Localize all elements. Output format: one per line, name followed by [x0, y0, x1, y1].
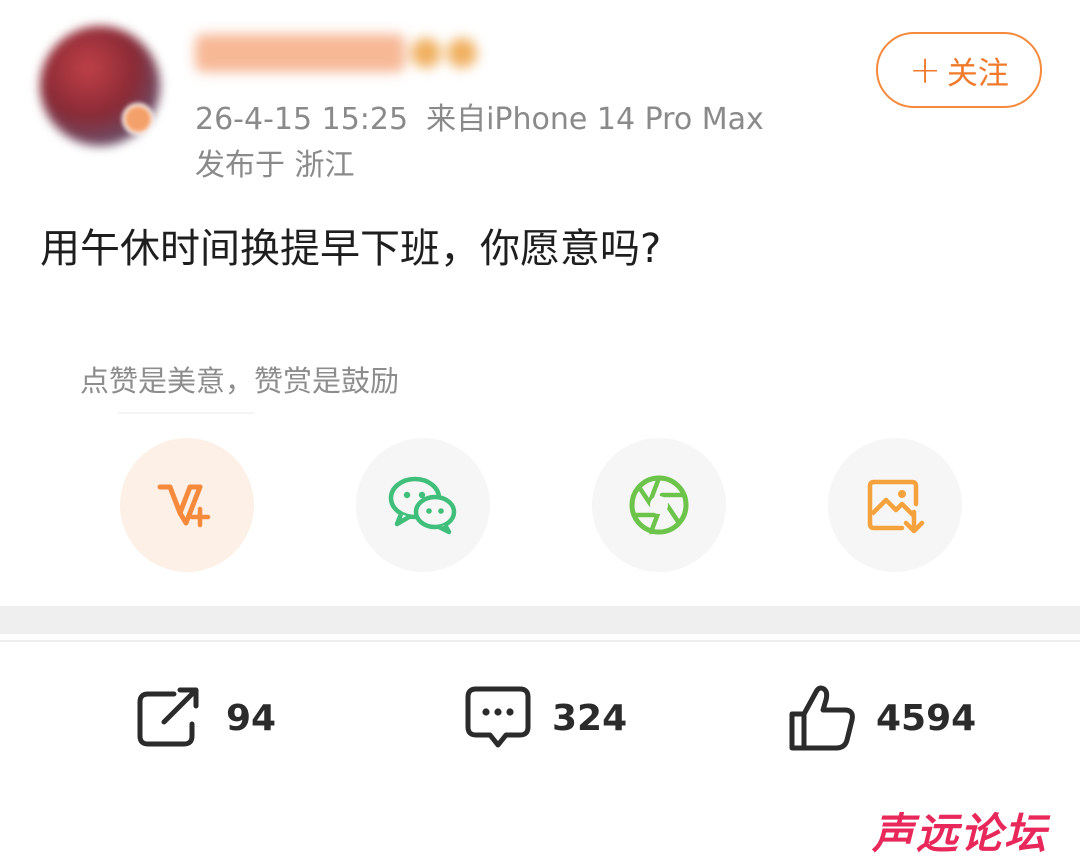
wechat-icon — [388, 476, 457, 535]
follow-button[interactable]: + 关注 — [876, 32, 1042, 108]
v-plus-reward-icon — [157, 484, 211, 528]
divider — [118, 412, 254, 414]
watermark-logo: 声远论坛 — [872, 809, 1049, 858]
save-image-icon — [867, 479, 925, 534]
comment-icon — [465, 686, 531, 748]
plus-icon: + — [909, 48, 941, 92]
save-image-button[interactable] — [828, 438, 962, 572]
share-moments-button[interactable] — [592, 438, 726, 572]
post-timestamp: 26-4-15 15:25 — [195, 102, 409, 137]
share-wechat-button[interactable] — [356, 438, 490, 572]
post-text: 用午休时间换提早下班，你愿意吗? — [40, 226, 662, 272]
post-location: 发布于 浙江 — [195, 148, 355, 183]
moments-aperture-icon — [629, 475, 689, 535]
post-source: 来自iPhone 14 Pro Max — [426, 102, 764, 137]
comment-button[interactable]: 324 — [462, 678, 627, 758]
post-meta-line: 26-4-15 15:25 来自iPhone 14 Pro Max — [195, 94, 764, 138]
weibo-post-page: 26-4-15 15:25 来自iPhone 14 Pro Max 发布于 浙江 … — [0, 0, 1080, 858]
reward-hint: 点赞是美意，赞赏是鼓励 — [80, 364, 400, 398]
repost-count: 94 — [226, 697, 277, 739]
divider — [0, 640, 1080, 642]
repost-share-icon — [137, 687, 199, 747]
like-count: 4594 — [876, 697, 977, 739]
username[interactable] — [195, 28, 477, 78]
reward-button[interactable] — [120, 438, 254, 572]
like-button[interactable]: 4594 — [786, 678, 976, 758]
follow-label: 关注 — [946, 55, 1009, 92]
repost-button[interactable]: 94 — [134, 678, 276, 758]
comment-count: 324 — [552, 697, 628, 739]
section-divider — [0, 606, 1080, 634]
thumbs-up-icon — [789, 685, 855, 751]
verified-badge-icon — [122, 103, 154, 135]
